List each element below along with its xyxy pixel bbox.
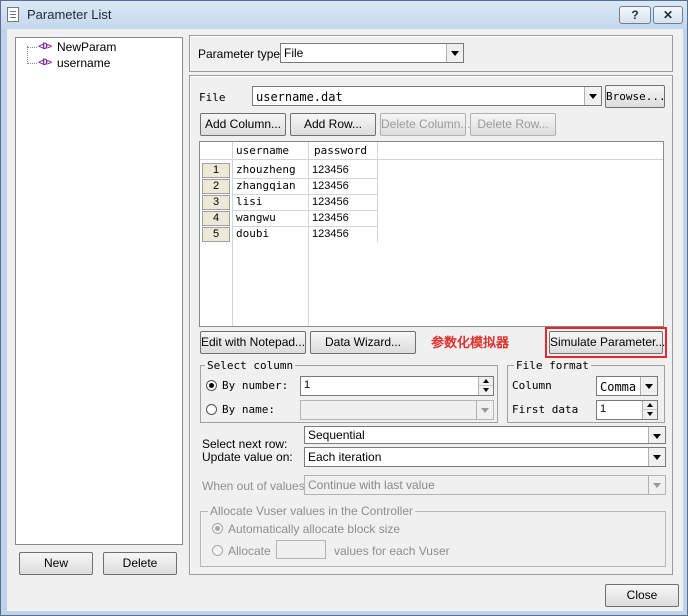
out-of-values-select[interactable]: Continue with last value [304,475,666,495]
file-format-title: File format [514,359,591,372]
first-data-stepper[interactable]: 1 [596,400,658,420]
tree-item-newparam[interactable]: <D> NewParam [16,39,136,55]
cell-password[interactable]: 123456 [312,162,349,178]
document-icon [7,7,19,22]
row-number: 4 [202,211,230,226]
by-name-label: By name: [222,403,275,416]
chevron-down-icon[interactable] [476,401,493,419]
add-row-button[interactable]: Add Row... [290,113,376,136]
parameter-icon: <D> [38,42,52,52]
column-format-value: Comma [600,380,637,394]
stepper-up-icon[interactable] [642,401,657,410]
by-name-radio[interactable] [206,404,217,415]
allocate-label: Allocate [228,544,271,558]
column-header-username[interactable]: username [236,143,289,159]
cell-password[interactable]: 123456 [312,178,349,194]
auto-allocate-radio[interactable] [212,523,223,534]
data-table[interactable]: username password 1 zhouzheng 123456 2 z… [199,141,664,327]
chevron-down-icon[interactable] [648,427,665,443]
tree-item-label: username [57,56,111,70]
chevron-down-icon[interactable] [648,448,665,466]
close-button[interactable]: Close [605,584,679,607]
column-header-password[interactable]: password [314,143,367,159]
parameter-type-panel: Parameter type: File [189,35,673,72]
column-divider [377,142,378,242]
column-format-select[interactable]: Comma [596,376,658,396]
column-divider [232,142,233,326]
row-number: 3 [202,195,230,210]
header-divider [200,159,663,160]
data-wizard-button[interactable]: Data Wizard... [310,331,416,354]
cell-username[interactable]: doubi [236,226,269,242]
cell-username[interactable]: zhouzheng [236,162,296,178]
chevron-down-icon[interactable] [446,44,463,62]
by-number-value: 1 [304,379,311,391]
close-icon[interactable]: ✕ [653,6,683,24]
parameter-type-value: File [284,46,304,60]
delete-button[interactable]: Delete [103,552,177,575]
select-next-row-label: Select next row: [202,437,288,451]
stepper-up-icon[interactable] [478,377,493,386]
chevron-down-icon[interactable] [640,377,657,395]
allocate-title: Allocate Vuser values in the Controller [208,504,415,518]
edit-with-notepad-button[interactable]: Edit with Notepad... [200,331,306,354]
cell-username[interactable]: lisi [236,194,263,210]
parameter-list-window: Parameter List ? ✕ <D> NewParam <D> user… [0,0,688,616]
by-name-select[interactable] [300,400,494,420]
stepper-down-icon[interactable] [642,410,657,419]
out-of-values-label: When out of values: [202,479,309,493]
cell-password[interactable]: 123456 [312,226,349,242]
file-label: File [199,91,226,104]
update-value-value: Each iteration [308,450,382,464]
select-column-title: Select column [205,359,296,372]
by-number-label: By number: [222,379,289,392]
select-next-row-value: Sequential [308,428,365,442]
column-format-label: Column [512,379,552,392]
tree-item-label: NewParam [57,40,117,54]
row-number: 5 [202,227,230,242]
allocate-suffix-label: values for each Vuser [334,544,450,558]
simulate-parameter-button[interactable]: Simulate Parameter... [549,331,665,354]
parameter-icon: <D> [38,58,52,68]
chevron-down-icon[interactable] [648,476,665,494]
by-number-radio[interactable] [206,380,217,391]
window-title: Parameter List [27,7,112,22]
parameter-type-select[interactable]: File [280,43,464,63]
update-value-label: Update value on: [202,450,293,464]
allocate-group [200,511,666,567]
browse-button[interactable]: Browse... [605,85,666,108]
cell-password[interactable]: 123456 [312,210,349,226]
dialog-body: <D> NewParam <D> username New Delete Par… [7,29,683,611]
allocate-input[interactable] [276,540,326,559]
chevron-down-icon[interactable] [584,87,601,105]
delete-column-button[interactable]: Delete Column... [380,113,470,136]
first-data-label: First data [512,403,579,416]
help-button[interactable]: ? [619,6,651,24]
tree-item-username[interactable]: <D> username [16,55,136,71]
row-number: 2 [202,179,230,194]
cell-password[interactable]: 123456 [312,194,349,210]
stepper-down-icon[interactable] [478,386,493,395]
annotation-label: 参数化模拟器 [431,336,510,351]
by-number-stepper[interactable]: 1 [300,376,494,396]
delete-row-button[interactable]: Delete Row... [470,113,556,136]
parameter-tree[interactable]: <D> NewParam <D> username [15,37,183,545]
parameter-type-label: Parameter type: [198,47,284,61]
update-value-select[interactable]: Each iteration [304,447,666,467]
out-of-values-value: Continue with last value [308,478,435,492]
cell-username[interactable]: wangwu [236,210,276,226]
cell-username[interactable]: zhangqian [236,178,296,194]
new-button[interactable]: New [19,552,93,575]
allocate-radio[interactable] [212,545,223,556]
select-next-row-select[interactable]: Sequential [304,426,666,444]
file-select[interactable]: username.dat [252,86,602,106]
column-divider [308,142,309,326]
row-number: 1 [202,163,230,178]
add-column-button[interactable]: Add Column... [200,113,286,136]
first-data-value: 1 [600,403,607,415]
title-bar[interactable]: Parameter List ? ✕ [1,1,687,29]
auto-allocate-label: Automatically allocate block size [228,522,401,536]
file-value: username.dat [256,90,343,104]
